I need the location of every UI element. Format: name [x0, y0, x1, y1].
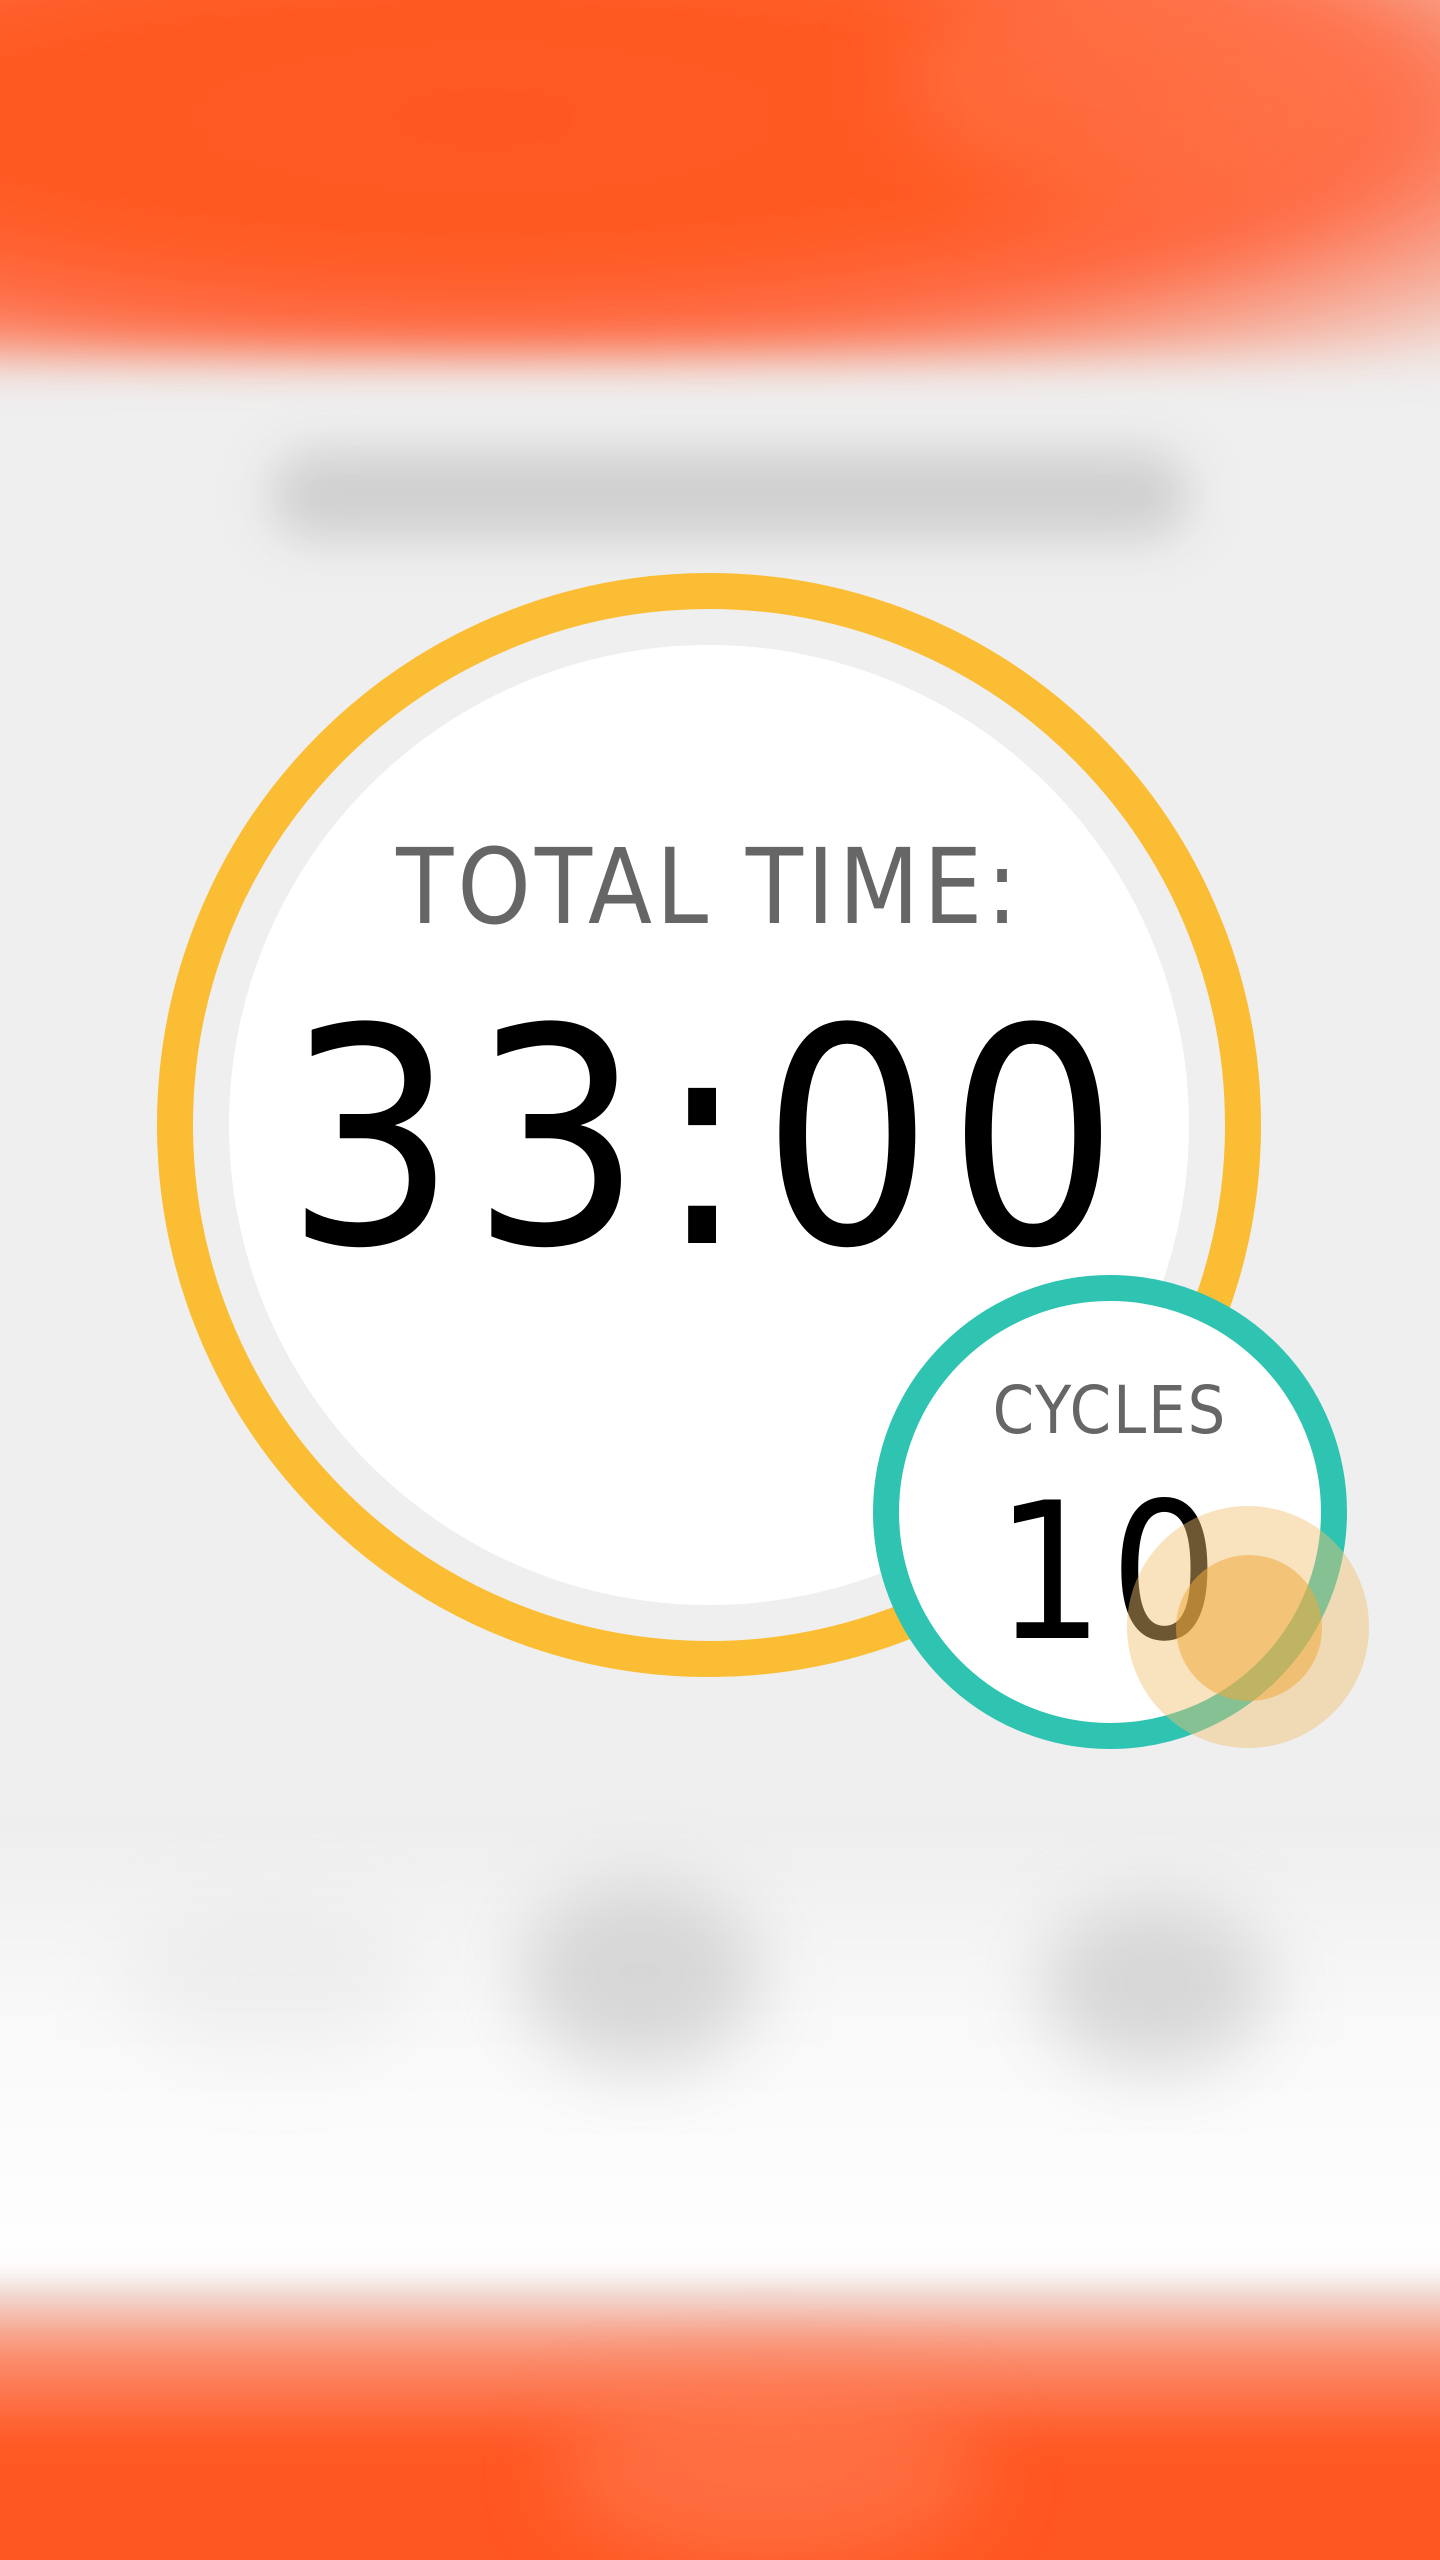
- cycles-label: CYCLES: [992, 1372, 1228, 1449]
- blurred-content-item: [1040, 1900, 1270, 2070]
- blurred-content-item: [120, 1900, 420, 2060]
- total-time-label: TOTAL TIME:: [396, 826, 1022, 948]
- blurred-title-placeholder: [270, 450, 1190, 540]
- touch-point-indicator: [1176, 1555, 1322, 1701]
- blurred-bottom-highlight: [560, 2380, 980, 2560]
- total-time-value: 33:00: [285, 965, 1133, 1314]
- app-screen: TOTAL TIME: 33:00 CYCLES 10: [0, 0, 1440, 2560]
- blurred-content-item: [520, 1880, 760, 2070]
